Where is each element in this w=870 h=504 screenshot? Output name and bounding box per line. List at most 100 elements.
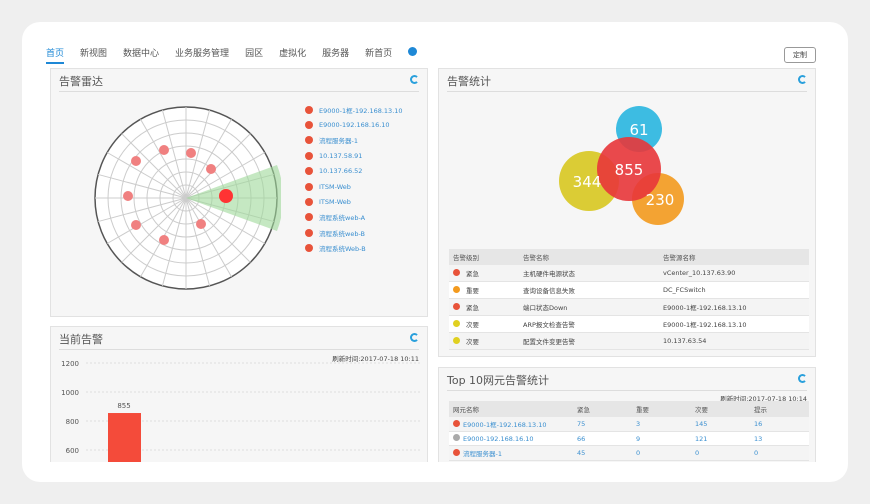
alarm-icon — [305, 151, 313, 160]
tab-new-home[interactable]: 新首页 — [365, 46, 392, 64]
count-cell[interactable]: 75 — [573, 417, 632, 432]
tab-business[interactable]: 业务服务管理 — [175, 46, 229, 64]
add-tab-icon[interactable] — [408, 47, 418, 56]
count-cell[interactable]: 0 — [750, 445, 809, 461]
element-name[interactable]: 流程服务器-1 — [463, 450, 502, 458]
legend-label[interactable]: 流程系统web-A — [319, 212, 365, 222]
radar-point[interactable] — [131, 220, 141, 230]
severity-label: 紧急 — [466, 304, 479, 312]
refresh-icon[interactable] — [798, 75, 807, 84]
radar-legend-item[interactable]: 流程系统web-A — [305, 210, 403, 225]
count-cell[interactable]: 0 — [632, 445, 691, 461]
radar-legend-item[interactable]: 10.137.66.52 — [305, 164, 403, 179]
count-cell[interactable]: 45 — [573, 445, 632, 461]
radar-legend-item[interactable]: 流程系统Web-B — [305, 241, 403, 256]
radar-point[interactable] — [159, 235, 169, 245]
legend-label[interactable]: 流程系统Web-B — [319, 243, 366, 253]
refresh-icon[interactable] — [410, 333, 419, 342]
alarm-source: DC_FCSwitch — [659, 281, 809, 299]
radar-legend-item[interactable]: E9000-1框-192.168.13.10 — [305, 102, 403, 117]
table-row[interactable]: 紧急 主机硬件电源状态 vCenter_10.137.63.90 — [449, 265, 809, 282]
alarm-icon — [305, 213, 313, 222]
count-cell[interactable]: 16 — [750, 417, 809, 432]
radar-point[interactable] — [219, 189, 233, 203]
alarm-name: 查询设备信息失败 — [519, 281, 659, 299]
bar-value-label: 855 — [117, 402, 130, 410]
radar-point[interactable] — [131, 156, 141, 166]
table-row[interactable]: 重要 查询设备信息失败 DC_FCSwitch — [449, 281, 809, 299]
legend-label[interactable]: 流程服务器-1 — [319, 135, 358, 145]
tab-virtual[interactable]: 虚拟化 — [279, 46, 306, 64]
radar-point[interactable] — [206, 164, 216, 174]
col-header: 重要 — [632, 401, 691, 417]
alarm-name: 端口状态Down — [519, 298, 659, 316]
venn-label: 344 — [573, 173, 602, 191]
alarm-icon — [305, 167, 313, 176]
venn-label: 230 — [646, 191, 675, 209]
top10-panel: Top 10网元告警统计 刷新时间:2017-07-18 10:14 网元名称 … — [438, 367, 816, 462]
bar[interactable] — [108, 413, 141, 462]
radar-legend-item[interactable]: 流程系统web-B — [305, 225, 403, 240]
count-cell[interactable]: 145 — [691, 417, 750, 432]
col-header: 次要 — [691, 401, 750, 417]
col-header: 告警源名称 — [659, 249, 809, 265]
element-name[interactable]: E9000-192.168.16.10 — [463, 435, 534, 443]
severity-icon — [453, 269, 460, 276]
severity-label: 重要 — [466, 287, 479, 295]
radar-point[interactable] — [196, 219, 206, 229]
refresh-icon[interactable] — [410, 75, 419, 84]
legend-label[interactable]: E9000-192.168.16.10 — [319, 121, 390, 129]
radar-legend-item[interactable]: 10.137.58.91 — [305, 148, 403, 163]
tab-server[interactable]: 服务器 — [322, 46, 349, 64]
table-row[interactable]: 次要 配置文件变更告警 10.137.63.54 — [449, 332, 809, 350]
col-header: 紧急 — [573, 401, 632, 417]
count-cell[interactable]: 121 — [691, 431, 750, 446]
tab-campus[interactable]: 园区 — [245, 46, 263, 64]
venn-chart: 61 855 344 230 — [559, 106, 684, 225]
col-header: 告警级别 — [449, 249, 519, 265]
radar-legend-item[interactable]: ITSM-Web — [305, 194, 403, 209]
col-header: 提示 — [750, 401, 809, 417]
table-row[interactable]: E9000-1框-192.168.13.10 75 3 145 16 — [449, 417, 809, 432]
count-cell[interactable]: 13 — [750, 431, 809, 446]
tab-new-view[interactable]: 新视图 — [80, 46, 107, 64]
severity-icon — [453, 434, 460, 441]
radar-legend-item[interactable]: 流程服务器-1 — [305, 133, 403, 148]
radar-point[interactable] — [123, 191, 133, 201]
y-tick-label: 1000 — [61, 389, 79, 397]
severity-icon — [453, 303, 460, 310]
element-name[interactable]: E9000-1框-192.168.13.10 — [463, 421, 547, 429]
y-tick-label: 600 — [66, 447, 79, 455]
current-alarm-panel: 当前告警 刷新时间:2017-07-18 10:11 1200 1000 800 60… — [50, 326, 428, 462]
count-cell[interactable]: 66 — [573, 431, 632, 446]
y-tick-label: 1200 — [61, 360, 79, 368]
tab-datacenter[interactable]: 数据中心 — [123, 46, 159, 64]
legend-label[interactable]: ITSM-Web — [319, 183, 351, 191]
legend-label[interactable]: 10.137.66.52 — [319, 167, 362, 175]
radar-legend-item[interactable]: ITSM-Web — [305, 179, 403, 194]
alarm-icon — [305, 105, 313, 114]
severity-icon — [453, 420, 460, 427]
venn-label: 855 — [615, 161, 644, 179]
radar-point[interactable] — [159, 145, 169, 155]
bar-chart: 1200 1000 800 600 855 — [61, 360, 421, 462]
radar-legend-item[interactable]: E9000-192.168.16.10 — [305, 117, 403, 132]
customize-button[interactable]: 定制 — [784, 47, 816, 63]
severity-icon — [453, 449, 460, 456]
count-cell[interactable]: 3 — [632, 417, 691, 432]
table-row[interactable]: E9000-192.168.16.10 66 9 121 13 — [449, 431, 809, 446]
table-row[interactable]: 次要 ARP报文检查告警 E9000-1框-192.168.13.10 — [449, 315, 809, 333]
count-cell[interactable]: 9 — [632, 431, 691, 446]
alarm-source: 10.137.63.54 — [659, 332, 809, 350]
radar-point[interactable] — [186, 148, 196, 158]
tab-home[interactable]: 首页 — [46, 46, 65, 64]
dashboard: 首页 新视图 数据中心 业务服务管理 园区 虚拟化 服务器 新首页 定制 告警雷… — [40, 40, 830, 462]
table-row[interactable]: 紧急 端口状态Down E9000-1框-192.168.13.10 — [449, 298, 809, 316]
legend-label[interactable]: E9000-1框-192.168.13.10 — [319, 105, 403, 115]
legend-label[interactable]: 10.137.58.91 — [319, 152, 362, 160]
legend-label[interactable]: 流程系统web-B — [319, 228, 365, 238]
count-cell[interactable]: 0 — [691, 445, 750, 461]
refresh-icon[interactable] — [798, 374, 807, 383]
table-row[interactable]: 流程服务器-1 45 0 0 0 — [449, 445, 809, 461]
legend-label[interactable]: ITSM-Web — [319, 198, 351, 206]
